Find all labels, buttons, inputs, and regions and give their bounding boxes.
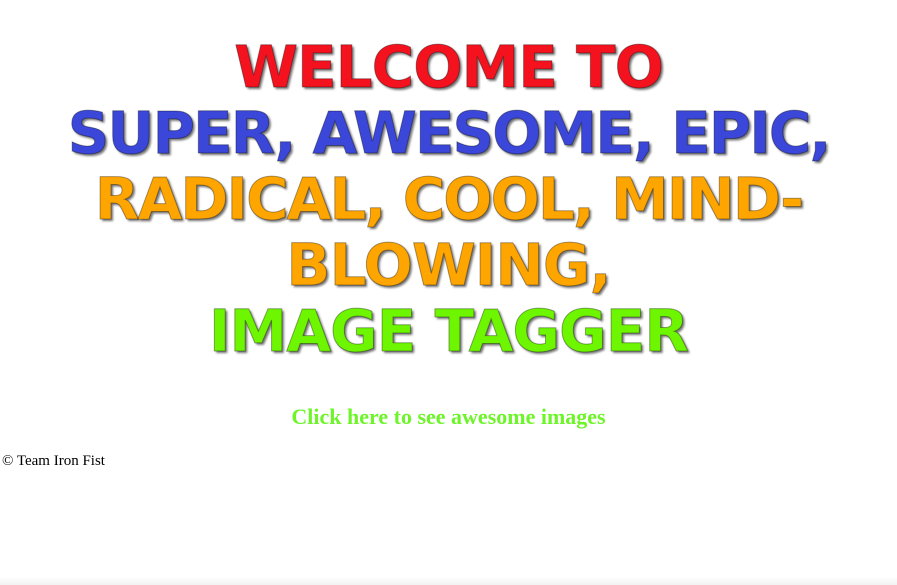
see-images-link[interactable]: Click here to see awesome images — [0, 404, 897, 430]
bottom-shade — [0, 577, 897, 585]
hero-line-blowing: Blowing, — [286, 231, 612, 299]
footer-copyright: © Team Iron Fist — [2, 453, 105, 469]
hero-line-image-tagger: Image Tagger — [208, 297, 689, 365]
page: Welcome to Super, Awesome, Epic, Radical… — [0, 0, 897, 585]
hero-line-welcome: Welcome to — [234, 33, 665, 101]
hero-line-super-awesome-epic: Super, Awesome, Epic, — [67, 99, 832, 167]
hero-title: Welcome to Super, Awesome, Epic, Radical… — [0, 33, 897, 365]
hero-line-radical-cool-mind: Radical, Cool, Mind- — [94, 165, 804, 233]
